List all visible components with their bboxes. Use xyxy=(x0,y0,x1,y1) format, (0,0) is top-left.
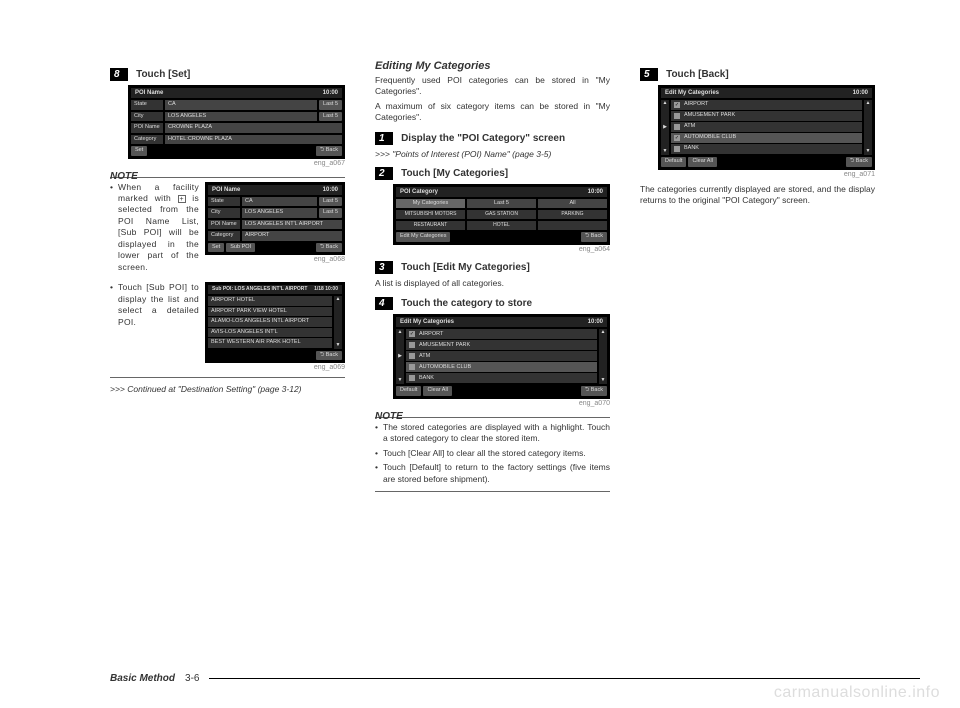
step-title: Touch [Set] xyxy=(136,69,190,80)
nav-screenshot-poi-name: POI Name 10:00 StateCALast 5 CityLOS ANG… xyxy=(128,85,345,159)
step-1: 1 Display the "POI Category" screen xyxy=(375,132,610,145)
back-button: ⮌ Back xyxy=(316,146,342,156)
nav-screenshot-subpoi-available: POI Name10:00 StateCALast 5 CityLOS ANGE… xyxy=(205,182,345,256)
scrollbar: ▲▼ xyxy=(599,329,607,384)
note-item: Touch [Sub POI] to display the list and … xyxy=(110,282,345,371)
body-text: Frequently used POI categories can be st… xyxy=(375,75,610,98)
note-item: When a facility marked with + is selecte… xyxy=(110,182,345,277)
nav-screenshot-edit-categories: Edit My Categories10:00 ▲▶▼ ✓AIRPORT AMU… xyxy=(393,314,610,399)
footer-page: 3-6 xyxy=(185,673,199,684)
step-5: 5 Touch [Back] xyxy=(640,68,875,81)
step-3: 3 Touch [Edit My Categories] xyxy=(375,261,610,274)
body-text: The categories currently displayed are s… xyxy=(640,184,875,207)
footer-section: Basic Method xyxy=(110,673,175,684)
image-caption: eng_a067 xyxy=(110,160,345,167)
step-4: 4 Touch the category to store xyxy=(375,297,610,310)
nav-screenshot-poi-category: POI Category10:00 My Categories Last 5 A… xyxy=(393,184,610,245)
cross-reference: >>> "Points of Interest (POI) Name" (pag… xyxy=(375,149,610,159)
screen-time: 10:00 xyxy=(323,90,338,96)
step-8: 8 Touch [Set] xyxy=(110,68,345,81)
scrollbar: ▲▶▼ xyxy=(661,100,669,155)
column-2: Editing My Categories Frequently used PO… xyxy=(375,60,610,498)
column-3: 5 Touch [Back] Edit My Categories10:00 ▲… xyxy=(640,60,875,498)
plus-icon: + xyxy=(178,195,186,203)
body-text: A maximum of six category items can be s… xyxy=(375,101,610,124)
note-list: The stored categories are displayed with… xyxy=(375,422,610,485)
scrollbar: ▲▼ xyxy=(864,100,872,155)
set-button: Set xyxy=(131,146,147,156)
step-number: 8 xyxy=(110,68,128,81)
nav-screenshot-subpoi-list: Sub POI: LOS ANGELES INT'L AIRPORT1/18 1… xyxy=(205,282,345,363)
watermark: carmanualsonline.info xyxy=(774,684,940,702)
nav-screenshot-edit-categories-back: Edit My Categories10:00 ▲▶▼ ✓AIRPORT AMU… xyxy=(658,85,875,170)
section-heading: Editing My Categories xyxy=(375,60,610,72)
column-1: 8 Touch [Set] POI Name 10:00 StateCALast… xyxy=(110,60,345,498)
note-header: NOTE xyxy=(110,171,138,182)
screen-title: POI Name xyxy=(135,90,163,96)
page-footer: Basic Method 3-6 xyxy=(110,673,920,684)
scrollbar: ▲▶▼ xyxy=(396,329,404,384)
scrollbar: ▲▼ xyxy=(334,296,342,349)
step-2: 2 Touch [My Categories] xyxy=(375,167,610,180)
continued-reference: >>> Continued at "Destination Setting" (… xyxy=(110,384,345,394)
